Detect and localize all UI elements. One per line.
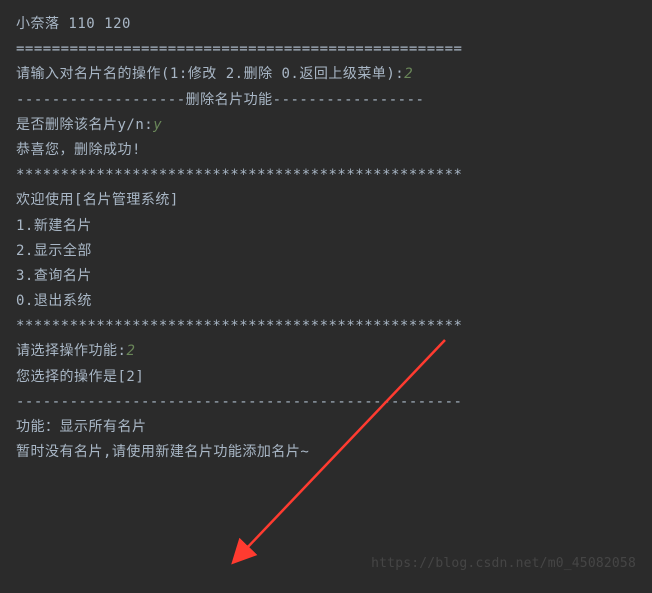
user-input: y <box>153 117 162 133</box>
separator-equals: ========================================… <box>16 37 636 62</box>
prompt-text: 请输入对名片名的操作(1:修改 2.删除 0.返回上级菜单): <box>16 66 404 82</box>
separator-star: ****************************************… <box>16 314 636 339</box>
output-line: 小奈落 110 120 <box>16 12 636 37</box>
empty-message: 暂时没有名片,请使用新建名片功能添加名片~ <box>16 440 636 465</box>
prompt-select-menu: 请选择操作功能:2 <box>16 339 636 364</box>
user-input: 2 <box>126 343 135 359</box>
prompt-confirm-delete: 是否删除该名片y/n:y <box>16 113 636 138</box>
menu-item-0: 0.退出系统 <box>16 289 636 314</box>
selection-echo: 您选择的操作是[2] <box>16 365 636 390</box>
function-header: 功能：显示所有名片 <box>16 415 636 440</box>
prompt-text: 是否删除该名片y/n: <box>16 117 153 133</box>
menu-item-2: 2.显示全部 <box>16 239 636 264</box>
menu-item-1: 1.新建名片 <box>16 214 636 239</box>
prompt-text: 请选择操作功能: <box>16 343 126 359</box>
welcome-header: 欢迎使用[名片管理系统] <box>16 188 636 213</box>
watermark: https://blog.csdn.net/m0_45082058 <box>371 552 636 575</box>
user-input: 2 <box>404 66 413 82</box>
separator-star: ****************************************… <box>16 163 636 188</box>
separator-dash: -------------------删除名片功能---------------… <box>16 88 636 113</box>
success-message: 恭喜您，删除成功! <box>16 138 636 163</box>
menu-item-3: 3.查询名片 <box>16 264 636 289</box>
separator-dash-long: ----------------------------------------… <box>16 390 636 415</box>
prompt-operation: 请输入对名片名的操作(1:修改 2.删除 0.返回上级菜单):2 <box>16 62 636 87</box>
